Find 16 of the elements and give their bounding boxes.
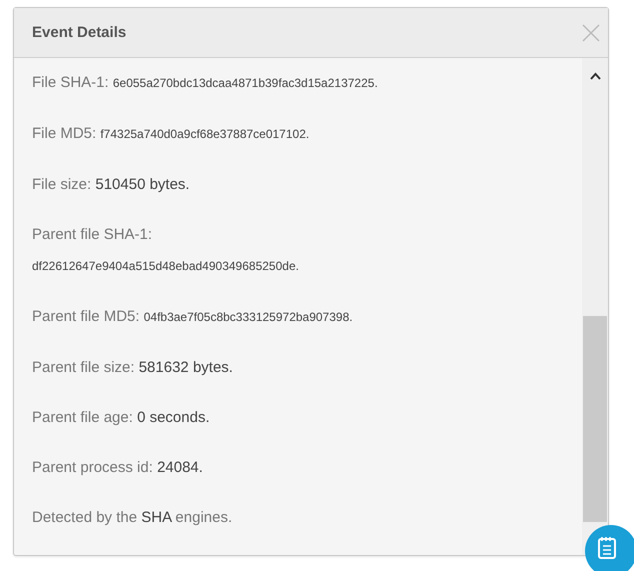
detail-line: Parent process id: 24084. — [32, 458, 204, 478]
detail-line: File SHA-1: 6e055a270bdc13dcaa4871b39fac3d15a2137225. — [32, 73, 379, 93]
close-icon[interactable] — [580, 22, 602, 44]
detail-line: Parent file age: 0 seconds. — [32, 408, 211, 428]
detail-line: File MD5: f74325a740d0a9cf68e37887ce017102. — [32, 124, 310, 144]
detail-line: Parent file SHA-1: df22612647e9404a515d48ebad490349685250de. — [32, 225, 300, 275]
detail-line: Detected by the SHA engines. — [32, 508, 234, 528]
scroll-thumb[interactable] — [583, 316, 607, 522]
detail-line: File size: 510450 bytes. — [32, 175, 191, 195]
notes-button[interactable] — [585, 525, 634, 571]
scrollbar[interactable] — [582, 58, 608, 555]
clipboard-icon — [597, 536, 617, 560]
dialog-title: Event Details — [32, 24, 126, 41]
detail-line: Parent file size: 581632 bytes. — [32, 358, 234, 378]
scroll-up-icon[interactable] — [590, 72, 601, 80]
detail-line: Parent file MD5: 04fb3ae7f05c8bc333125972ba907398. — [32, 307, 354, 327]
